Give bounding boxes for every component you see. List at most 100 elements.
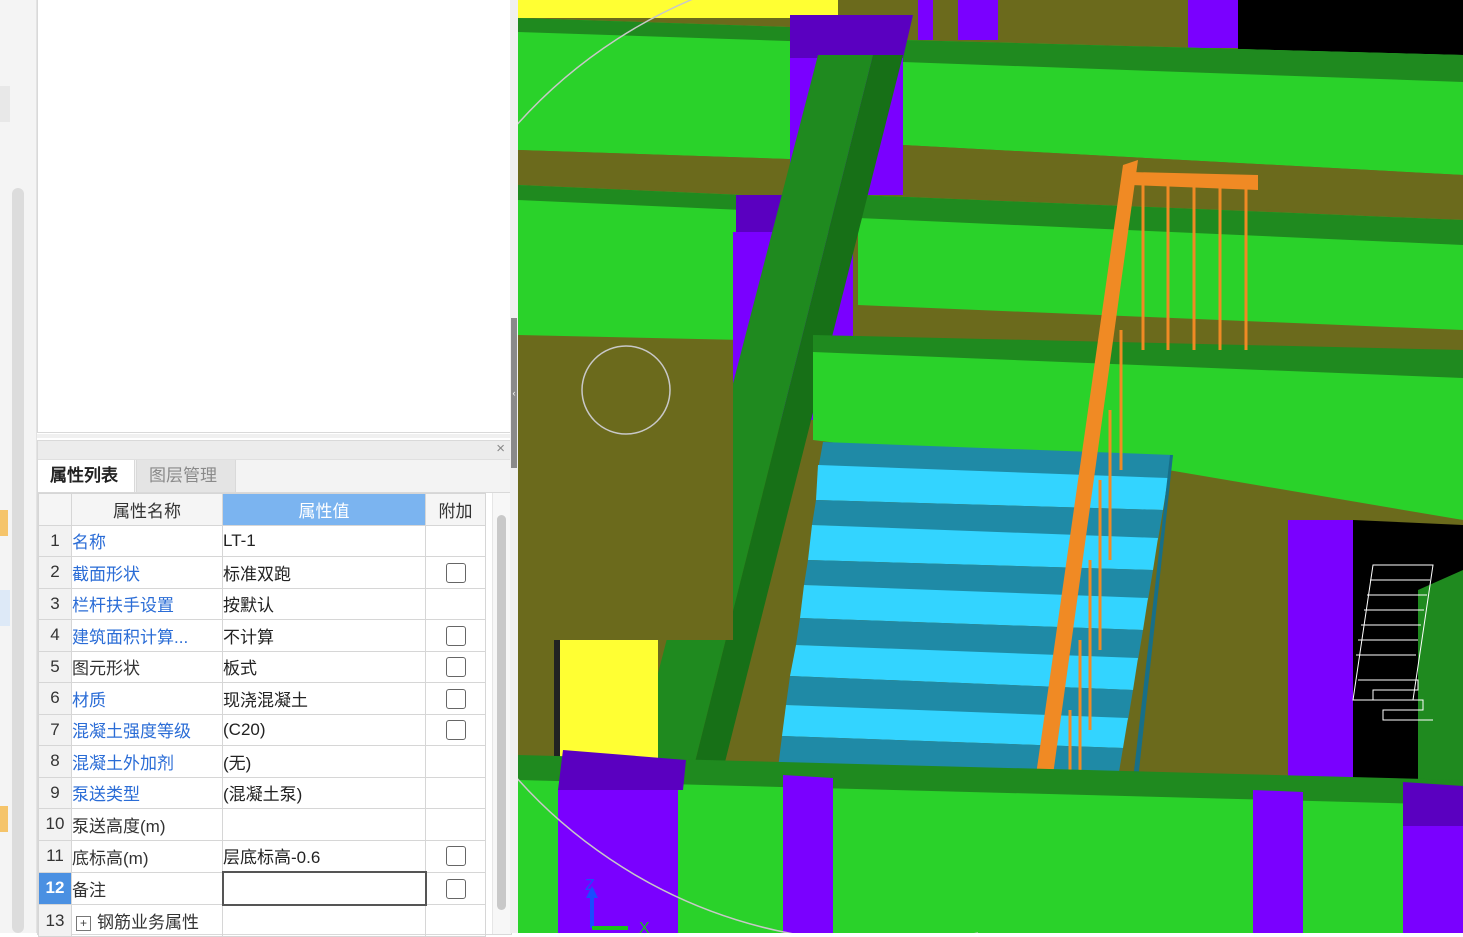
panel-tabbar: 属性列表 图层管理 — [38, 460, 511, 493]
table-header-row: 属性名称 属性值 附加 — [38, 493, 486, 526]
table-row[interactable]: 8 混凝土外加剂 (无) — [38, 745, 486, 778]
table-row[interactable]: 6 材质 现浇混凝土 — [38, 682, 486, 715]
scrollbar-thumb[interactable] — [497, 515, 506, 910]
3d-viewport[interactable]: Z X — [518, 0, 1463, 933]
property-value[interactable]: 按默认 — [222, 587, 426, 620]
extra-cell — [425, 619, 486, 652]
property-name[interactable]: 混凝土外加剂 — [71, 745, 223, 778]
row-number: 12 — [38, 871, 72, 905]
extra-cell — [425, 682, 486, 715]
extra-cell — [425, 650, 486, 683]
row-number: 4 — [38, 619, 72, 652]
table-row[interactable]: 7 混凝土强度等级 (C20) — [38, 713, 486, 746]
extra-checkbox[interactable] — [445, 625, 466, 646]
property-value[interactable]: 现浇混凝土 — [222, 682, 426, 715]
property-name[interactable]: 泵送类型 — [71, 776, 223, 809]
extra-checkbox[interactable] — [445, 720, 466, 740]
extra-checkbox[interactable] — [445, 562, 466, 583]
extra-cell — [425, 904, 486, 937]
extra-cell — [425, 587, 486, 620]
group-label: 钢筋业务属性 — [97, 913, 199, 932]
property-value-input[interactable] — [221, 871, 427, 906]
3d-scene[interactable]: Z X — [518, 0, 1463, 933]
row-number: 1 — [38, 524, 72, 557]
property-value[interactable]: 标准双跑 — [222, 556, 426, 589]
header-value[interactable]: 属性值 — [222, 493, 426, 526]
property-value[interactable]: 不计算 — [222, 619, 426, 652]
table-row-selected[interactable]: 12 备注 — [38, 871, 486, 906]
extra-cell — [425, 871, 486, 905]
opening — [558, 640, 658, 760]
table-row[interactable]: 4 建筑面积计算... 不计算 — [38, 619, 486, 652]
row-number: 5 — [38, 650, 72, 683]
table-row[interactable]: 1 名称 LT-1 — [38, 524, 486, 557]
property-name[interactable]: 底标高(m) — [71, 839, 223, 873]
table-row[interactable]: 2 截面形状 标准双跑 — [38, 556, 486, 589]
left-scrollbar[interactable] — [12, 188, 24, 933]
property-value[interactable]: LT-1 — [222, 524, 426, 557]
property-name[interactable]: 图元形状 — [71, 650, 223, 683]
extra-cell — [425, 839, 486, 873]
row-number: 7 — [38, 713, 72, 746]
property-name[interactable]: 截面形状 — [71, 556, 223, 589]
extra-cell — [425, 745, 486, 778]
stairs — [778, 442, 1173, 780]
header-name[interactable]: 属性名称 — [71, 493, 223, 526]
table-row[interactable]: 10 泵送高度(m) — [38, 808, 486, 841]
property-name[interactable]: 混凝土强度等级 — [71, 713, 223, 746]
header-num — [38, 493, 72, 526]
property-value[interactable]: 板式 — [222, 650, 426, 683]
row-number: 6 — [38, 682, 72, 715]
axis-z-label: Z — [585, 877, 595, 894]
component-list-panel — [37, 0, 511, 433]
extra-cell — [425, 808, 486, 841]
table-row[interactable]: 11 底标高(m) 层底标高-0.6 — [38, 839, 486, 873]
panel-titlebar: × — [38, 440, 511, 460]
property-name[interactable]: 栏杆扶手设置 — [71, 587, 223, 620]
property-name[interactable]: 备注 — [71, 871, 223, 905]
property-group[interactable]: + 钢筋业务属性 — [71, 904, 223, 937]
row-number: 8 — [38, 745, 72, 778]
property-value[interactable]: (混凝土泵) — [222, 776, 426, 809]
extra-cell — [425, 524, 486, 557]
property-panel: × 属性列表 图层管理 属性名称 属性值 附加 1 名称 LT-1 2 截面形状… — [37, 440, 512, 937]
tab-properties[interactable]: 属性列表 — [38, 460, 135, 492]
row-number: 2 — [38, 556, 72, 589]
row-number: 13 — [38, 904, 72, 937]
collapse-arrow-icon[interactable]: ‹ — [511, 386, 517, 400]
row-number: 3 — [38, 587, 72, 620]
property-name[interactable]: 材质 — [71, 682, 223, 715]
extra-checkbox[interactable] — [445, 846, 466, 867]
property-name[interactable]: 名称 — [71, 524, 223, 557]
property-scrollbar[interactable] — [492, 493, 511, 934]
extra-cell — [425, 556, 486, 589]
strip-button[interactable] — [0, 590, 10, 626]
header-extra[interactable]: 附加 — [425, 493, 486, 526]
property-name[interactable]: 泵送高度(m) — [71, 808, 223, 841]
table-row[interactable]: 5 图元形状 板式 — [38, 650, 486, 683]
table-row[interactable]: 9 泵送类型 (混凝土泵) — [38, 776, 486, 809]
extra-checkbox[interactable] — [445, 657, 466, 677]
plus-expand-icon[interactable]: + — [76, 916, 91, 932]
tab-layers[interactable]: 图层管理 — [136, 460, 236, 492]
column — [790, 15, 913, 58]
strip-button[interactable] — [0, 86, 10, 122]
left-side-strip — [0, 0, 37, 933]
panel-gap — [37, 434, 511, 438]
property-value[interactable]: (C20) — [222, 713, 426, 746]
table-row[interactable]: 13 + 钢筋业务属性 — [38, 904, 486, 937]
property-value[interactable]: 层底标高-0.6 — [222, 839, 426, 873]
strip-tag — [0, 510, 8, 536]
row-number: 11 — [38, 839, 72, 873]
property-value — [222, 904, 426, 937]
extra-checkbox[interactable] — [445, 688, 466, 709]
strip-tag — [0, 806, 8, 832]
extra-cell — [425, 776, 486, 809]
property-name[interactable]: 建筑面积计算... — [71, 619, 223, 652]
close-icon[interactable]: × — [496, 440, 505, 457]
row-number: 10 — [38, 808, 72, 841]
table-row[interactable]: 3 栏杆扶手设置 按默认 — [38, 587, 486, 620]
property-value[interactable]: (无) — [222, 745, 426, 778]
extra-checkbox[interactable] — [445, 878, 466, 899]
property-value[interactable] — [222, 808, 426, 841]
